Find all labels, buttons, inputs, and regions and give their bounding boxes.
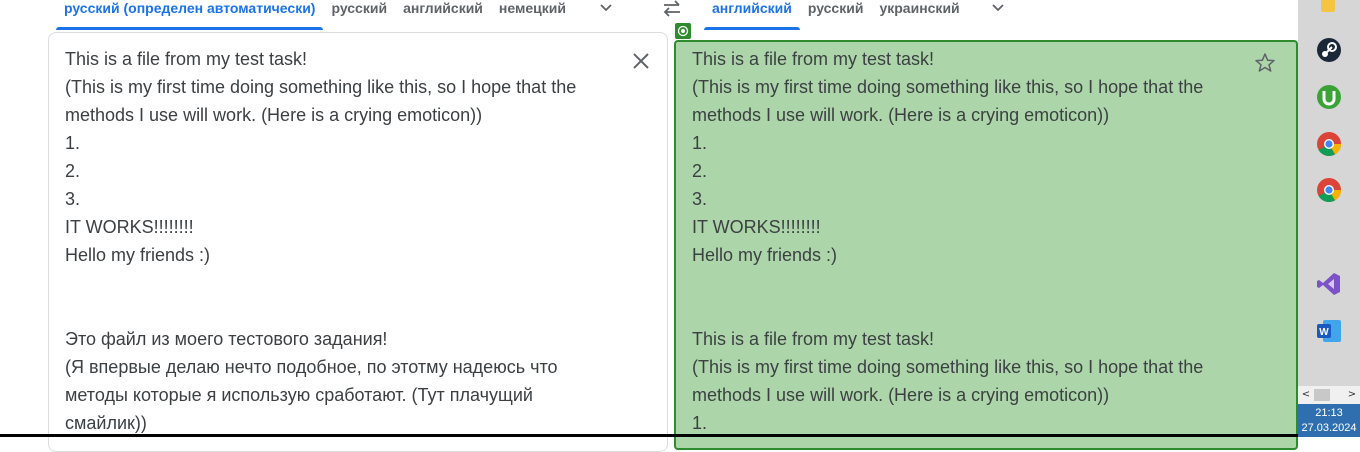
taskbar-scrollbar[interactable]: < > — [1298, 386, 1360, 404]
source-lang-tab-detected[interactable]: русский (определен автоматически) — [56, 0, 324, 30]
folder-icon[interactable] — [1315, 0, 1343, 20]
clock-time: 21:13 — [1315, 407, 1343, 419]
target-marker-icon — [675, 23, 691, 39]
target-lang-tab-russian[interactable]: русский — [800, 0, 872, 30]
target-lang-more-button[interactable] — [986, 0, 1010, 20]
translation-panel: This is a file from my test task! (This … — [674, 40, 1298, 450]
scroll-right-button[interactable]: > — [1345, 388, 1359, 402]
chrome-icon[interactable] — [1315, 130, 1343, 158]
source-lang-more-button[interactable] — [594, 0, 618, 20]
source-lang-tab-english[interactable]: английский — [395, 0, 491, 30]
chrome-icon[interactable] — [1315, 176, 1343, 204]
close-icon — [633, 53, 649, 69]
source-text[interactable]: This is a file from my test task! (This … — [65, 45, 605, 437]
svg-text:W: W — [1319, 327, 1329, 338]
target-lang-tab-ukrainian[interactable]: украинский — [871, 0, 967, 30]
chevron-down-icon — [992, 4, 1004, 12]
scroll-thumb[interactable] — [1314, 389, 1330, 401]
target-lang-tab-english[interactable]: английский — [704, 0, 800, 30]
scroll-left-button[interactable]: < — [1299, 388, 1313, 402]
target-language-bar: английский русский украинский — [704, 0, 1010, 32]
source-lang-tab-russian[interactable]: русский — [323, 0, 395, 30]
clock-date: 27.03.2024 — [1301, 422, 1357, 434]
taskbar: W < > 21:13 27.03.2024 — [1298, 0, 1360, 437]
swap-icon — [663, 0, 680, 17]
save-translation-button[interactable] — [1254, 52, 1276, 74]
system-clock[interactable]: 21:13 27.03.2024 — [1298, 404, 1360, 437]
chevron-down-icon — [600, 4, 612, 12]
translation-text: This is a file from my test task! (This … — [692, 49, 1204, 433]
clear-source-button[interactable] — [631, 51, 651, 71]
utorrent-icon[interactable] — [1315, 83, 1343, 111]
steam-icon[interactable] — [1315, 36, 1343, 64]
source-lang-tab-german[interactable]: немецкий — [491, 0, 574, 30]
source-language-bar: русский (определен автоматически) русски… — [56, 0, 618, 32]
star-icon — [1255, 53, 1275, 72]
swap-languages-button[interactable] — [660, 0, 686, 20]
source-text-panel[interactable]: This is a file from my test task! (This … — [48, 32, 668, 452]
word-icon[interactable]: W — [1315, 317, 1343, 345]
visual-studio-icon[interactable] — [1315, 270, 1343, 298]
